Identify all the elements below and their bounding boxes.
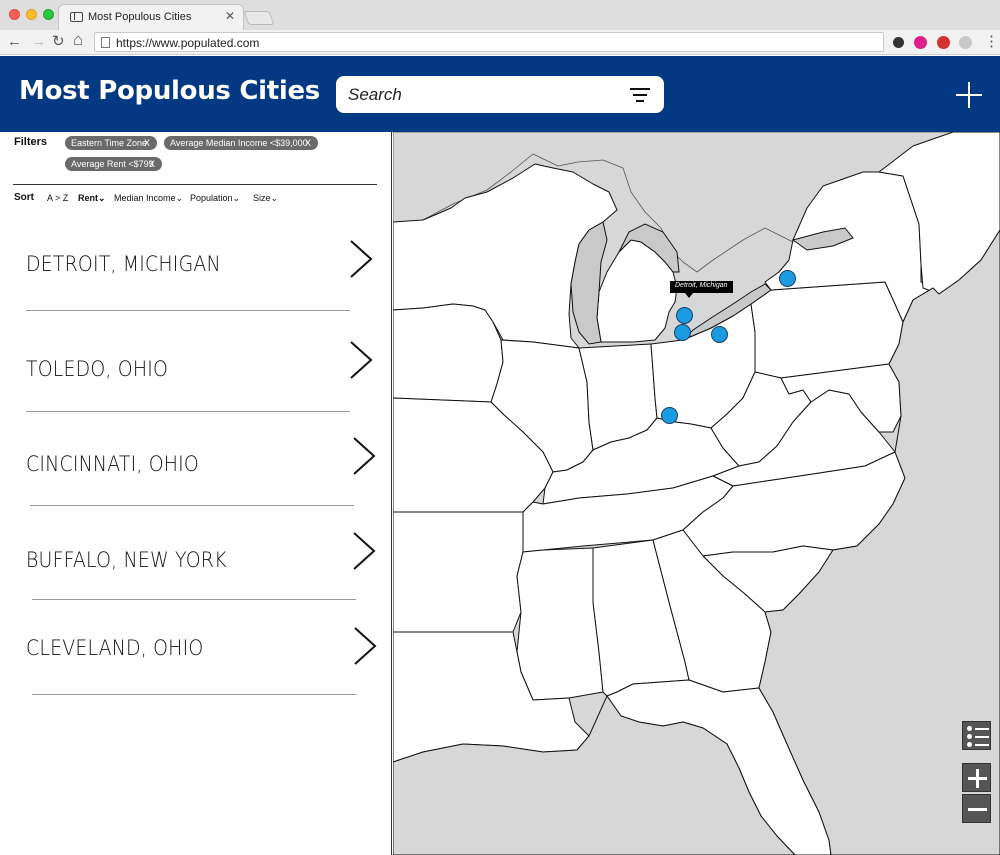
pennsylvania (750, 281, 904, 379)
filter-chip-label: Average Rent <$799 (71, 159, 154, 169)
url-text: https://www.populated.com (116, 36, 260, 50)
filter-chip-rent: Average Rent <$799 X (65, 157, 162, 171)
browser-tab[interactable]: Most Populous Cities ✕ (58, 4, 244, 30)
back-icon[interactable]: ← (7, 33, 22, 51)
list-view-button[interactable] (962, 721, 991, 750)
page-title: Most Populous Cities (19, 76, 320, 106)
remove-filter-button[interactable]: X (144, 136, 150, 150)
city-name: CLEVELAND, OHIO (26, 636, 204, 660)
list-divider (26, 411, 350, 412)
list-divider (26, 310, 350, 311)
map-pin-detroit[interactable] (676, 307, 693, 324)
list-item[interactable]: CLEVELAND, OHIO (26, 612, 386, 702)
map-pin-cleveland[interactable] (711, 326, 728, 343)
list-divider (30, 505, 354, 506)
minimize-window-button[interactable] (26, 9, 37, 20)
settings-extension-icon[interactable] (959, 36, 972, 49)
list-divider (32, 694, 356, 695)
mississippi (516, 547, 604, 701)
list-item[interactable]: BUFFALO, NEW YORK (26, 517, 386, 607)
tab-close-icon[interactable]: ✕ (225, 9, 235, 23)
list-item[interactable]: TOLEDO, OHIO (26, 327, 386, 417)
notification-extension-icon[interactable] (937, 36, 950, 49)
sort-label: Sort (14, 192, 34, 203)
app-header: Most Populous Cities (0, 56, 1000, 132)
map-pin-cincinnati[interactable] (661, 407, 678, 424)
sort-option-a-z[interactable]: A > Z (47, 193, 68, 203)
city-name: CINCINNATI, OHIO (26, 452, 199, 476)
browser-tab-bar: Most Populous Cities ✕ (0, 0, 1000, 30)
map-pin-toledo[interactable] (674, 324, 691, 341)
filter-chip-time-zone: Eastern Time Zone X (65, 136, 157, 150)
chevron-right-icon[interactable] (349, 340, 373, 380)
filter-divider (13, 184, 377, 185)
city-name: BUFFALO, NEW YORK (26, 548, 227, 572)
browser-toolbar: ← → ↻ ⌂ https://www.populated.com ⋮ (0, 30, 1000, 55)
city-list-panel: Filters Eastern Time Zone X Average Medi… (0, 132, 392, 855)
list-item[interactable]: DETROIT, MICHIGAN (26, 227, 386, 317)
filter-icon[interactable] (630, 87, 650, 103)
zoom-out-button[interactable] (962, 794, 991, 823)
sort-option-size[interactable]: Size⌄ (253, 193, 278, 204)
search-input[interactable] (348, 84, 618, 105)
list-item[interactable]: CINCINNATI, OHIO (26, 422, 386, 512)
zoom-in-button[interactable] (962, 763, 991, 792)
chevron-right-icon[interactable] (353, 626, 377, 666)
chevron-right-icon[interactable] (352, 531, 376, 571)
gear-extension-icon[interactable] (893, 37, 904, 48)
forward-icon[interactable]: → (31, 33, 46, 51)
sort-option-rent[interactable]: Rent⌄ (78, 193, 106, 204)
reload-icon[interactable]: ↻ (52, 33, 65, 51)
chevron-right-icon[interactable] (352, 436, 376, 476)
chevron-down-icon: ⌄ (232, 193, 241, 203)
map-view[interactable]: Detroit, Michigan (393, 132, 1000, 855)
list-divider (32, 599, 356, 600)
filter-chip-label: Eastern Time Zone (71, 138, 148, 148)
page-icon (101, 37, 110, 48)
city-name: DETROIT, MICHIGAN (26, 252, 221, 276)
remove-filter-button[interactable]: X (305, 136, 311, 150)
home-icon[interactable]: ⌂ (73, 31, 83, 49)
remove-filter-button[interactable]: X (149, 157, 155, 171)
tab-title: Most Populous Cities (88, 11, 192, 23)
map-pin-buffalo[interactable] (779, 270, 796, 287)
new-tab-button[interactable] (243, 11, 275, 25)
maximize-window-button[interactable] (43, 9, 54, 20)
chevron-right-icon[interactable] (349, 239, 373, 279)
browser-menu-icon[interactable]: ⋮ (984, 33, 999, 51)
filter-chip-median-income: Average Median Income <$39,000 X (164, 136, 318, 150)
arkansas (393, 511, 524, 633)
sort-option-median-income[interactable]: Median Income⌄ (114, 193, 183, 204)
us-map (393, 132, 1000, 855)
search-box (336, 76, 664, 113)
city-name: TOLEDO, OHIO (26, 357, 169, 381)
eye-extension-icon[interactable] (914, 36, 927, 49)
add-icon[interactable] (956, 82, 982, 108)
chevron-down-icon: ⌄ (270, 193, 279, 203)
iowa-missouri (393, 303, 504, 403)
sort-option-population[interactable]: Population⌄ (190, 193, 240, 204)
chevron-down-icon: ⌄ (98, 193, 106, 203)
map-tooltip: Detroit, Michigan (670, 281, 733, 298)
address-bar[interactable]: https://www.populated.com (94, 32, 884, 52)
filters-label: Filters (14, 136, 48, 148)
chevron-down-icon: ⌄ (175, 193, 184, 203)
close-window-button[interactable] (9, 9, 20, 20)
book-icon (70, 12, 83, 22)
filter-chip-label: Average Median Income <$39,000 (170, 138, 308, 148)
